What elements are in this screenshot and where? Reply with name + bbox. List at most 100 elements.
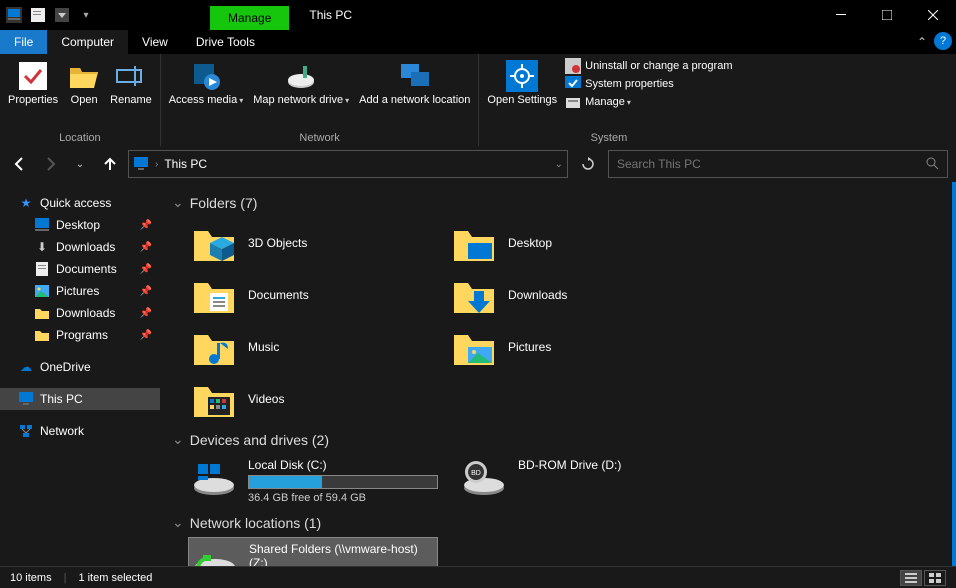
back-button[interactable] [8, 152, 32, 176]
tree-downloads-2[interactable]: Downloads📌 [0, 302, 160, 324]
search-icon [925, 156, 939, 173]
search-input[interactable] [617, 157, 925, 171]
maximize-button[interactable] [864, 0, 910, 30]
group-header-drives[interactable]: ⌄Devices and drives (2) [172, 425, 940, 454]
pc-icon [18, 391, 34, 407]
open-button[interactable]: Open [66, 58, 102, 109]
properties-icon [17, 60, 49, 92]
group-header-network-locations[interactable]: ⌄Network locations (1) [172, 508, 940, 537]
tree-pictures[interactable]: Pictures📌 [0, 280, 160, 302]
details-view-button[interactable] [900, 570, 922, 586]
network-icon [18, 423, 34, 439]
pin-icon: 📌 [140, 220, 152, 231]
ribbon-collapse-icon[interactable]: ⌃ [910, 30, 934, 54]
pin-icon: 📌 [140, 330, 152, 341]
tree-quick-access[interactable]: ★ Quick access [0, 192, 160, 214]
refresh-button[interactable] [574, 150, 602, 178]
folder-icon [192, 327, 236, 367]
ribbon-group-label-location: Location [6, 130, 154, 144]
window-title: This PC [289, 0, 818, 30]
picture-icon [34, 283, 50, 299]
uninstall-program-button[interactable]: Uninstall or change a program [565, 58, 732, 74]
tab-drive-tools[interactable]: Drive Tools [182, 30, 269, 54]
nav-tree: ★ Quick access Desktop📌 ⬇Downloads📌 Docu… [0, 182, 160, 566]
drive-name: Local Disk (C:) [248, 458, 438, 472]
ribbon-group-system: Open Settings Uninstall or change a prog… [479, 54, 738, 146]
add-network-location-icon [399, 60, 431, 92]
recent-locations-button[interactable]: ⌄ [68, 152, 92, 176]
qat-properties-icon[interactable] [28, 5, 48, 25]
ribbon-group-label-system: System [485, 130, 732, 144]
access-media-icon [190, 60, 222, 92]
folder-icon [34, 327, 50, 343]
up-button[interactable] [98, 152, 122, 176]
tab-computer[interactable]: Computer [47, 30, 128, 54]
address-dropdown-icon[interactable]: ⌄ [555, 159, 563, 170]
manage-button[interactable]: Manage [565, 94, 732, 110]
manage-icon [565, 94, 581, 110]
forward-button[interactable] [38, 152, 62, 176]
minimize-button[interactable] [818, 0, 864, 30]
drive-name: BD-ROM Drive (D:) [518, 458, 704, 472]
chevron-down-icon: ⌄ [172, 194, 184, 211]
chevron-down-icon: ⌄ [172, 514, 184, 531]
properties-button[interactable]: Properties [6, 58, 60, 109]
title-bar: ▾ Manage This PC [0, 0, 956, 30]
settings-icon [506, 60, 538, 92]
folder-3d-objects[interactable]: 3D Objects [188, 217, 428, 269]
status-item-count: 10 items [10, 572, 52, 584]
close-button[interactable] [910, 0, 956, 30]
address-bar[interactable]: › This PC ⌄ [128, 150, 568, 178]
tree-desktop[interactable]: Desktop📌 [0, 214, 160, 236]
breadcrumb[interactable]: This PC [164, 157, 207, 171]
tree-programs[interactable]: Programs📌 [0, 324, 160, 346]
rename-button[interactable]: Rename [108, 58, 154, 109]
tree-network[interactable]: Network [0, 420, 160, 442]
network-drive-z[interactable]: Shared Folders (\\vmware-host) (Z:) [188, 537, 438, 566]
open-settings-button[interactable]: Open Settings [485, 58, 559, 109]
folder-pictures[interactable]: Pictures [448, 321, 688, 373]
system-properties-button[interactable]: System properties [565, 76, 732, 92]
drive-free-text: 36.4 GB free of 59.4 GB [248, 492, 438, 504]
status-bar: 10 items | 1 item selected [0, 566, 956, 588]
tab-view[interactable]: View [128, 30, 182, 54]
storage-bar [248, 475, 438, 489]
search-box[interactable] [608, 150, 948, 178]
desktop-icon [34, 217, 50, 233]
folder-music[interactable]: Music [188, 321, 428, 373]
map-drive-button[interactable]: Map network drive [251, 58, 351, 109]
context-tab-group: Manage [210, 0, 289, 30]
folder-icon [452, 327, 496, 367]
ribbon-group-location: Properties Open Rename Location [0, 54, 161, 146]
tab-file[interactable]: File [0, 30, 47, 54]
tree-this-pc[interactable]: This PC [0, 388, 160, 410]
quick-access-toolbar: ▾ [0, 0, 100, 30]
qat-customize-icon[interactable]: ▾ [76, 5, 96, 25]
folder-icon [34, 305, 50, 321]
uninstall-icon [565, 58, 581, 74]
pin-icon: 📌 [140, 242, 152, 253]
system-properties-icon [565, 76, 581, 92]
folder-icon [452, 275, 496, 315]
access-media-button[interactable]: Access media [167, 58, 246, 109]
drive-bdrom-d[interactable]: BD BD-ROM Drive (D:) [458, 454, 708, 508]
folder-documents[interactable]: Documents [188, 269, 428, 321]
tree-downloads[interactable]: ⬇Downloads📌 [0, 236, 160, 258]
tree-documents[interactable]: Documents📌 [0, 258, 160, 280]
add-network-location-button[interactable]: Add a network location [357, 58, 472, 109]
ribbon-group-network: Access media Map network drive Add a net… [161, 54, 480, 146]
drive-local-c[interactable]: Local Disk (C:) 36.4 GB free of 59.4 GB [188, 454, 438, 508]
folder-videos[interactable]: Videos [188, 373, 428, 425]
help-button[interactable]: ? [934, 32, 952, 50]
manage-context-tab[interactable]: Manage [210, 6, 289, 30]
large-icons-view-button[interactable] [924, 570, 946, 586]
tree-onedrive[interactable]: ☁OneDrive [0, 356, 160, 378]
folder-downloads[interactable]: Downloads [448, 269, 688, 321]
document-icon [34, 261, 50, 277]
drive-name: Shared Folders (\\vmware-host) (Z:) [249, 542, 439, 566]
qat-dropdown-icon[interactable] [52, 5, 72, 25]
chevron-down-icon: ⌄ [172, 431, 184, 448]
folder-desktop[interactable]: Desktop [448, 217, 688, 269]
group-header-folders[interactable]: ⌄Folders (7) [172, 188, 940, 217]
download-icon: ⬇ [34, 239, 50, 255]
